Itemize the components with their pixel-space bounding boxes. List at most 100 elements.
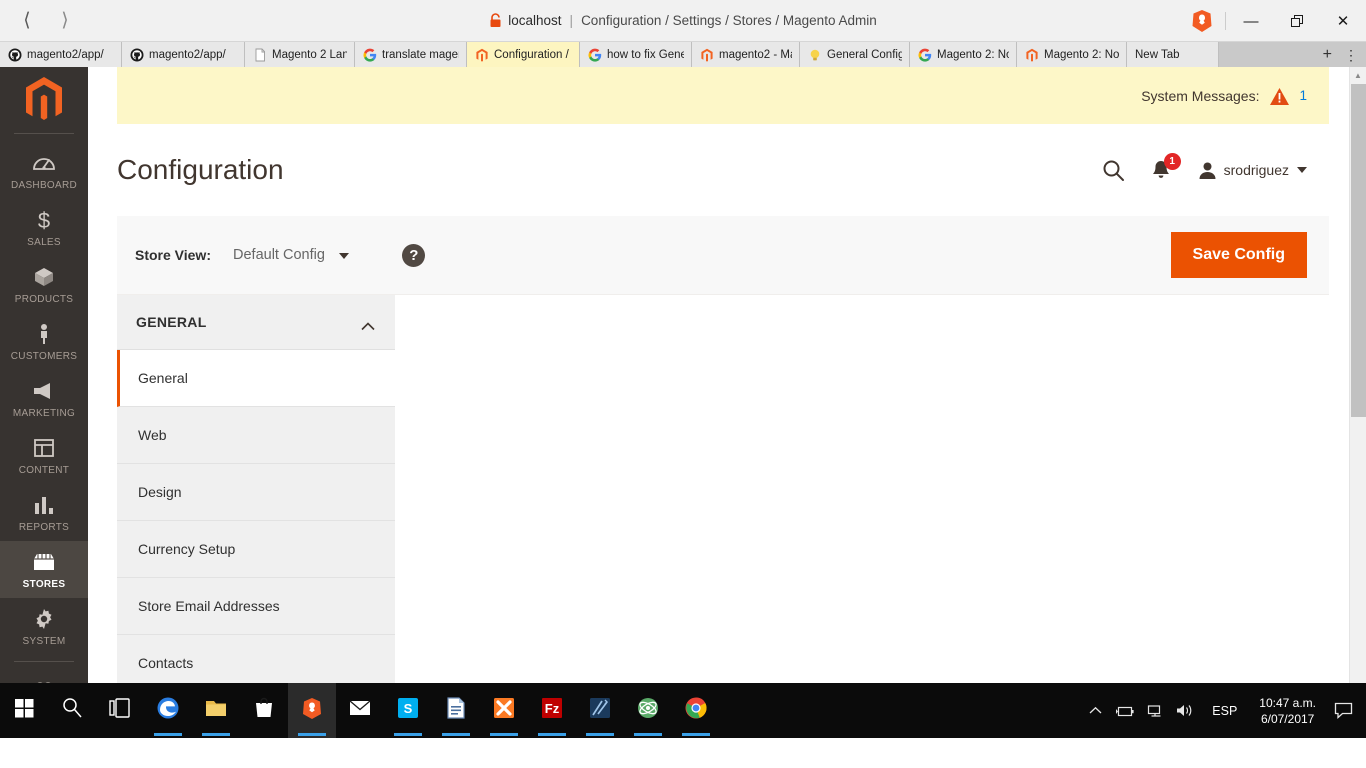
tab-label: New Tab [1135, 48, 1180, 61]
xampp-button[interactable] [480, 683, 528, 738]
tab-label: Magento 2 Lang [272, 48, 347, 61]
minimize-button[interactable]: — [1228, 0, 1274, 42]
question-mark-icon[interactable]: ? [402, 243, 426, 267]
scrollbar-thumb[interactable] [1351, 84, 1366, 417]
browser-tab-6[interactable]: how to fix Gene [580, 42, 692, 67]
taskbar-running-indicator [394, 733, 422, 736]
magento-icon [1025, 48, 1039, 62]
browser-tab-5[interactable]: Configuration / [467, 42, 580, 67]
browser-tabstrip: magento2/app/magento2/app/Magento 2 Lang… [0, 42, 1366, 67]
task-view-button[interactable] [96, 683, 144, 738]
taskbar-buttons: S Fz [0, 683, 720, 738]
browser-tab-3[interactable]: Magento 2 Lang [245, 42, 355, 67]
magento-hexagon-icon[interactable] [0, 67, 88, 133]
tab-label: magento2/app/ [27, 48, 104, 61]
browser-tab-8[interactable]: General Config [800, 42, 910, 67]
browser-tab-7[interactable]: magento2 - Ma [692, 42, 800, 67]
config-item-web[interactable]: Web [117, 407, 395, 464]
sidebar-item-reports[interactable]: REPORTS [0, 484, 88, 541]
sidebar-item-products[interactable]: PRODUCTS [0, 256, 88, 313]
page-header: Configuration 1 srodriguez [117, 124, 1329, 216]
config-section-general[interactable]: GENERAL [117, 295, 395, 350]
taskbar-clock[interactable]: 10:47 a.m. 6/07/2017 [1249, 695, 1326, 727]
window-controls: — ✕ [1189, 0, 1366, 42]
user-menu[interactable]: srodriguez [1198, 161, 1307, 179]
browser-tab-11[interactable]: New Tab [1127, 42, 1219, 67]
caret-down-icon [339, 253, 350, 259]
config-item-general[interactable]: General [117, 350, 395, 407]
browser-tab-1[interactable]: magento2/app/ [0, 42, 122, 67]
config-item-store-email-addresses[interactable]: Store Email Addresses [117, 578, 395, 635]
notifications-button[interactable]: 1 [1150, 153, 1181, 181]
sql-tool-button[interactable] [576, 683, 624, 738]
sidebar-item-stores[interactable]: STORES [0, 541, 88, 598]
search-icon[interactable] [1102, 159, 1124, 181]
scrollbar-up-arrow[interactable]: ▲ [1350, 67, 1366, 84]
maximize-restore-button[interactable] [1274, 0, 1320, 42]
search-button[interactable] [48, 683, 96, 738]
config-item-currency-setup[interactable]: Currency Setup [117, 521, 395, 578]
save-config-button[interactable]: Save Config [1170, 232, 1307, 278]
brave-button[interactable] [288, 683, 336, 738]
warning-triangle-icon[interactable] [1269, 87, 1290, 105]
sql-tool-icon [588, 696, 612, 725]
config-nav-items: General Web Design Currency Setup Store Emai… [117, 350, 395, 692]
skype-button[interactable]: S [384, 683, 432, 738]
edge-button[interactable] [144, 683, 192, 738]
notification-center-button[interactable] [1326, 683, 1360, 738]
tray-expand-icon[interactable] [1080, 683, 1110, 738]
browser-tab-9[interactable]: Magento 2: No [910, 42, 1017, 67]
close-button[interactable]: ✕ [1320, 0, 1366, 42]
admin-main: System Messages: 1 Configuration 1 srodr… [88, 67, 1366, 738]
config-item-design[interactable]: Design [117, 464, 395, 521]
taskbar-running-indicator [586, 733, 614, 736]
sidebar-item-dashboard[interactable]: DASHBOARD [0, 142, 88, 199]
sidebar-item-customers[interactable]: CUSTOMERS [0, 313, 88, 370]
taskbar-running-indicator [202, 733, 230, 736]
speaker-icon[interactable] [1170, 683, 1200, 738]
clock-date: 6/07/2017 [1260, 711, 1315, 726]
config-nav: GENERAL General Web Design Currency Setup St… [117, 295, 395, 692]
bulb-icon [808, 48, 822, 62]
sidebar-item-content[interactable]: CONTENT [0, 427, 88, 484]
sidebar-item-sales[interactable]: $ SALES [0, 199, 88, 256]
browser-tab-10[interactable]: Magento 2: No [1017, 42, 1127, 67]
taskbar-running-indicator [682, 733, 710, 736]
file-explorer-button[interactable] [192, 683, 240, 738]
browser-tab-2[interactable]: magento2/app/ [122, 42, 245, 67]
start-button[interactable] [0, 683, 48, 738]
chrome-button[interactable] [672, 683, 720, 738]
dashboard-gauge-icon [32, 151, 56, 175]
clock-time: 10:47 a.m. [1259, 695, 1316, 710]
sidebar-item-marketing[interactable]: MARKETING [0, 370, 88, 427]
sidebar-item-label: MARKETING [12, 408, 76, 419]
taskbar-running-indicator [154, 733, 182, 736]
sidebar-item-system[interactable]: SYSTEM [0, 598, 88, 655]
taskbar-running-indicator [634, 733, 662, 736]
tab-label: magento2/app/ [149, 48, 226, 61]
user-name: srodriguez [1223, 162, 1289, 178]
page-icon [253, 48, 267, 62]
libreoffice-writer-button[interactable] [432, 683, 480, 738]
store-view-switcher[interactable]: Default Config [233, 246, 350, 264]
mail-button[interactable] [336, 683, 384, 738]
envelope-icon [348, 696, 372, 725]
tab-label: Magento 2: No [937, 48, 1009, 61]
sidebar-item-label: DASHBOARD [10, 180, 78, 191]
browser-menu-button[interactable]: ⋮ [1344, 48, 1358, 62]
system-messages-bar: System Messages: 1 [117, 67, 1329, 124]
sidebar-item-label: STORES [22, 579, 66, 590]
language-indicator[interactable]: ESP [1200, 704, 1249, 718]
person-icon [32, 322, 56, 346]
store-button[interactable] [240, 683, 288, 738]
forward-icon[interactable]: ⟩ [54, 9, 76, 32]
filezilla-button[interactable]: Fz [528, 683, 576, 738]
battery-icon[interactable] [1110, 683, 1140, 738]
browser-tab-4[interactable]: translate magen [355, 42, 467, 67]
new-tab-button[interactable]: + [1323, 46, 1332, 63]
network-icon[interactable] [1140, 683, 1170, 738]
back-icon[interactable]: ⟨ [16, 9, 38, 32]
page-scrollbar[interactable]: ▲ [1349, 67, 1366, 738]
system-messages-count[interactable]: 1 [1299, 88, 1307, 103]
atom-button[interactable] [624, 683, 672, 738]
